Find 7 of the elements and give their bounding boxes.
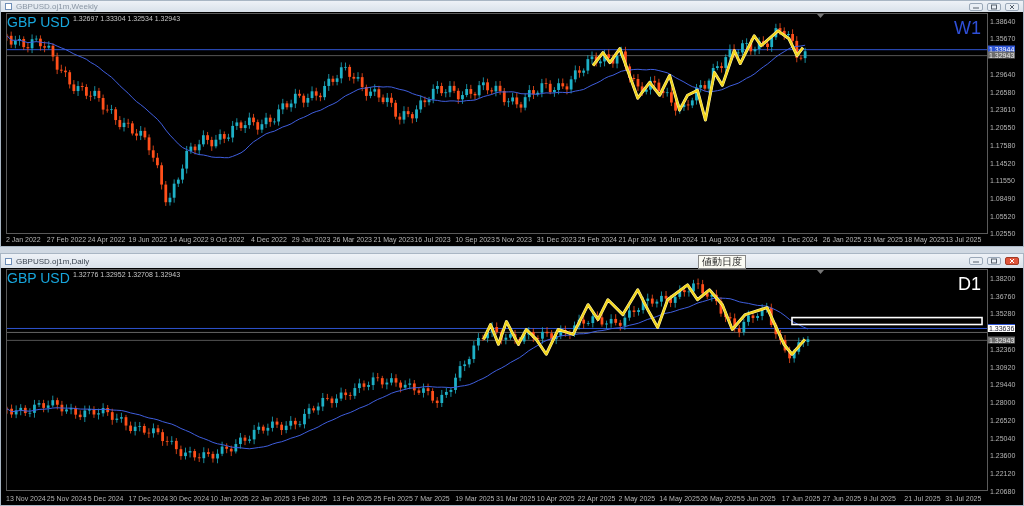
symbol-label: GBP USD: [7, 15, 70, 30]
tooltip: 値動日度: [698, 255, 746, 269]
window-title: GBPUSD.oj1m,Daily: [16, 256, 90, 266]
timeframe-label: D1: [958, 274, 981, 294]
symbol-label: GBP USD: [7, 271, 70, 286]
timeframe-label: W1: [954, 18, 981, 38]
window-title: GBPUSD.oj1m,Weekly: [16, 2, 98, 11]
